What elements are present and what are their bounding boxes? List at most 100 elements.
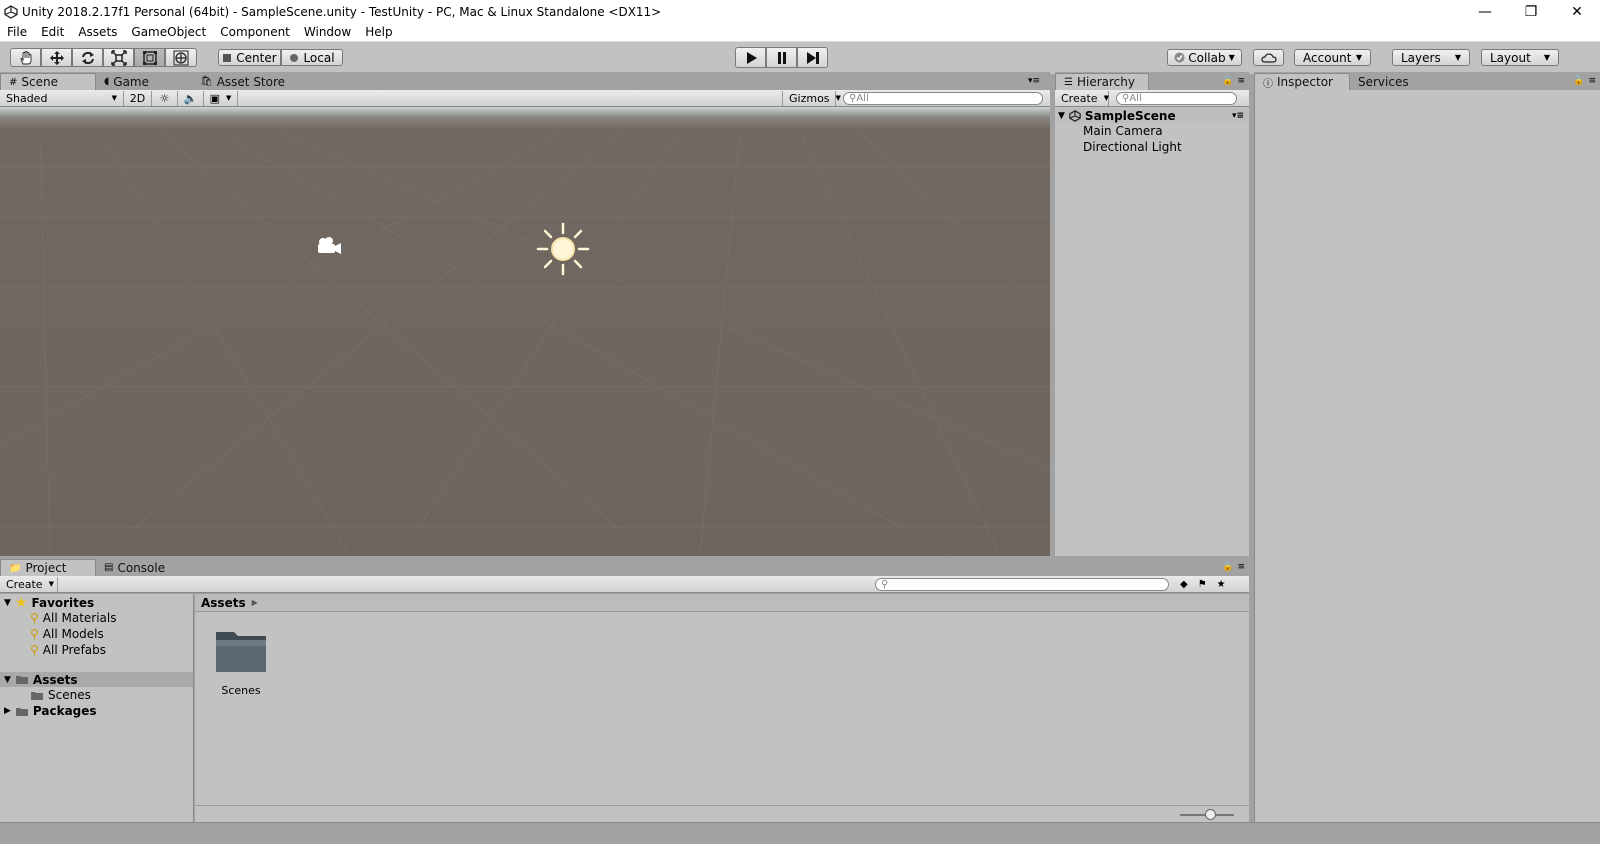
shading-dropdown[interactable]: Shaded ▼ xyxy=(0,90,124,106)
filter-label-icon[interactable]: ⚑ xyxy=(1198,579,1207,590)
project-search-input[interactable]: ⚲ xyxy=(875,578,1169,591)
close-icon[interactable]: ✕ xyxy=(1554,0,1600,23)
directional-light-gizmo-icon[interactable] xyxy=(535,221,591,277)
step-button[interactable] xyxy=(797,47,828,68)
layout-dropdown[interactable]: Layout ▼ xyxy=(1481,49,1559,66)
menu-component[interactable]: Component xyxy=(213,25,297,39)
scene-search-input[interactable]: ⚲ All xyxy=(843,92,1043,105)
camera-gizmo-icon[interactable] xyxy=(314,235,344,257)
expand-arrow-icon[interactable]: ▼ xyxy=(4,598,11,608)
row-menu-icon[interactable]: ▾≡ xyxy=(1232,111,1248,121)
gizmos-dropdown[interactable]: Gizmos ▼ xyxy=(782,90,841,106)
pause-button[interactable] xyxy=(766,47,797,68)
menu-edit[interactable]: Edit xyxy=(34,25,71,39)
hand-tool-button[interactable] xyxy=(10,48,41,67)
tab-inspector[interactable]: ⓘ Inspector xyxy=(1254,73,1350,90)
packages-node[interactable]: ▶ Packages xyxy=(4,704,97,718)
lock-icon[interactable]: 🔒 xyxy=(1573,76,1584,90)
packages-label: Packages xyxy=(32,704,97,718)
menu-window[interactable]: Window xyxy=(297,25,358,39)
layout-label: Layout xyxy=(1490,50,1531,65)
scene-grid xyxy=(0,131,1050,556)
favorite-all-materials[interactable]: ⚲ All Materials xyxy=(30,611,117,625)
chevron-down-icon: ▼ xyxy=(1454,53,1461,62)
tab-services[interactable]: Services xyxy=(1350,73,1430,90)
tab-scene[interactable]: # Scene xyxy=(0,73,96,90)
expand-arrow-icon[interactable]: ▼ xyxy=(4,675,11,685)
search-favorite-icon: ⚲ xyxy=(30,643,39,657)
hierarchy-create-dropdown[interactable]: Create ▼ xyxy=(1055,90,1109,106)
account-label: Account xyxy=(1303,50,1352,65)
search-icon: ⚲ xyxy=(849,93,857,104)
assets-node[interactable]: ▼ Assets xyxy=(0,672,193,687)
hierarchy-search-input[interactable]: ⚲ All xyxy=(1116,92,1237,105)
breadcrumb-assets[interactable]: Assets xyxy=(201,596,246,610)
cloud-button[interactable] xyxy=(1253,49,1284,66)
expand-arrow-icon[interactable]: ▼ xyxy=(1058,111,1065,121)
pacman-icon: ◖ xyxy=(104,76,110,87)
lock-icon[interactable]: 🔒 xyxy=(1222,76,1233,90)
panel-menu-icon[interactable]: ≡ xyxy=(1237,76,1245,90)
panel-menu-icon[interactable]: ≡ xyxy=(1588,76,1596,90)
project-filter-buttons: ◆ ⚑ ★ xyxy=(1180,579,1226,590)
inspector-tabbar: ⓘ Inspector Services 🔒 ≡ xyxy=(1254,72,1600,90)
minimize-icon[interactable]: — xyxy=(1462,0,1508,23)
play-button[interactable] xyxy=(735,47,766,68)
project-create-dropdown[interactable]: Create ▼ xyxy=(0,576,58,592)
chevron-down-icon: ▼ xyxy=(1103,94,1109,102)
favorite-all-models[interactable]: ⚲ All Models xyxy=(30,627,104,641)
rect-tool-button[interactable] xyxy=(134,48,165,67)
favorite-star-icon[interactable]: ★ xyxy=(1217,579,1226,590)
hierarchy-scene-row[interactable]: ▼ SampleScene ▾≡ xyxy=(1058,108,1248,123)
collab-dropdown[interactable]: Collab ▼ xyxy=(1167,49,1242,66)
move-tool-button[interactable] xyxy=(41,48,72,67)
panel-menu-icon[interactable]: ≡ xyxy=(1237,562,1245,576)
tab-asset-store[interactable]: 🛍 Asset Store xyxy=(192,73,302,90)
folder-item-scenes[interactable]: Scenes xyxy=(211,628,271,697)
main-toolbar: Center Local Collab ▼ Account ▼ Layers ▼… xyxy=(0,42,1600,74)
title-bar: Unity 2018.2.17f1 Personal (64bit) - Sam… xyxy=(0,0,1600,23)
project-breadcrumb: Assets ▶ xyxy=(195,594,1249,612)
favorites-node[interactable]: ▼ ★ Favorites xyxy=(4,595,94,611)
hierarchy-item-directional-light[interactable]: Directional Light xyxy=(1083,140,1182,154)
favorite-all-prefabs[interactable]: ⚲ All Prefabs xyxy=(30,643,106,657)
layers-dropdown[interactable]: Layers ▼ xyxy=(1392,49,1470,66)
tab-game[interactable]: ◖ Game xyxy=(96,73,192,90)
lighting-toggle[interactable]: ☼ xyxy=(152,90,178,106)
hierarchy-item-main-camera[interactable]: Main Camera xyxy=(1083,124,1163,138)
favorite-label: All Materials xyxy=(42,611,117,625)
menu-gameobject[interactable]: GameObject xyxy=(124,25,213,39)
tab-scene-label: Scene xyxy=(21,75,58,89)
filter-type-icon[interactable]: ◆ xyxy=(1180,579,1188,590)
effects-dropdown[interactable]: ▣ ▼ xyxy=(204,90,238,106)
lock-icon[interactable]: 🔒 xyxy=(1222,562,1233,576)
restore-icon[interactable]: ❐ xyxy=(1508,0,1554,23)
slider-thumb[interactable] xyxy=(1205,809,1216,820)
pivot-toggle[interactable]: Center xyxy=(218,49,281,66)
play-icon xyxy=(746,51,757,64)
account-dropdown[interactable]: Account ▼ xyxy=(1294,49,1371,66)
favorite-label: All Prefabs xyxy=(42,643,107,657)
space-toggle[interactable]: Local xyxy=(281,49,343,66)
menu-help[interactable]: Help xyxy=(358,25,399,39)
audio-toggle[interactable]: 🔈 xyxy=(178,90,204,106)
project-footer xyxy=(195,805,1249,822)
chevron-down-icon: ▼ xyxy=(1355,53,1362,62)
hierarchy-create-label: Create xyxy=(1061,91,1098,105)
tab-console[interactable]: ▤ Console xyxy=(96,559,176,576)
assets-child-scenes[interactable]: Scenes xyxy=(30,688,91,702)
scale-tool-button[interactable] xyxy=(103,48,134,67)
tab-hierarchy[interactable]: ☰ Hierarchy xyxy=(1055,73,1149,90)
bottom-strip xyxy=(0,844,1600,862)
menu-assets[interactable]: Assets xyxy=(71,25,124,39)
mode-2d-toggle[interactable]: 2D xyxy=(124,90,152,106)
expand-arrow-icon[interactable]: ▶ xyxy=(4,706,11,716)
sun-small-icon: ☼ xyxy=(159,91,170,105)
tab-project[interactable]: 📁 Project xyxy=(0,559,96,576)
inspector-tab-controls: 🔒 ≡ xyxy=(1573,76,1596,90)
rotate-tool-button[interactable] xyxy=(72,48,103,67)
panel-menu-icon[interactable]: ▾≡ xyxy=(1028,76,1040,90)
transform-tool-button[interactable] xyxy=(165,48,197,67)
menu-file[interactable]: File xyxy=(0,25,34,39)
scene-viewport[interactable] xyxy=(0,107,1050,556)
